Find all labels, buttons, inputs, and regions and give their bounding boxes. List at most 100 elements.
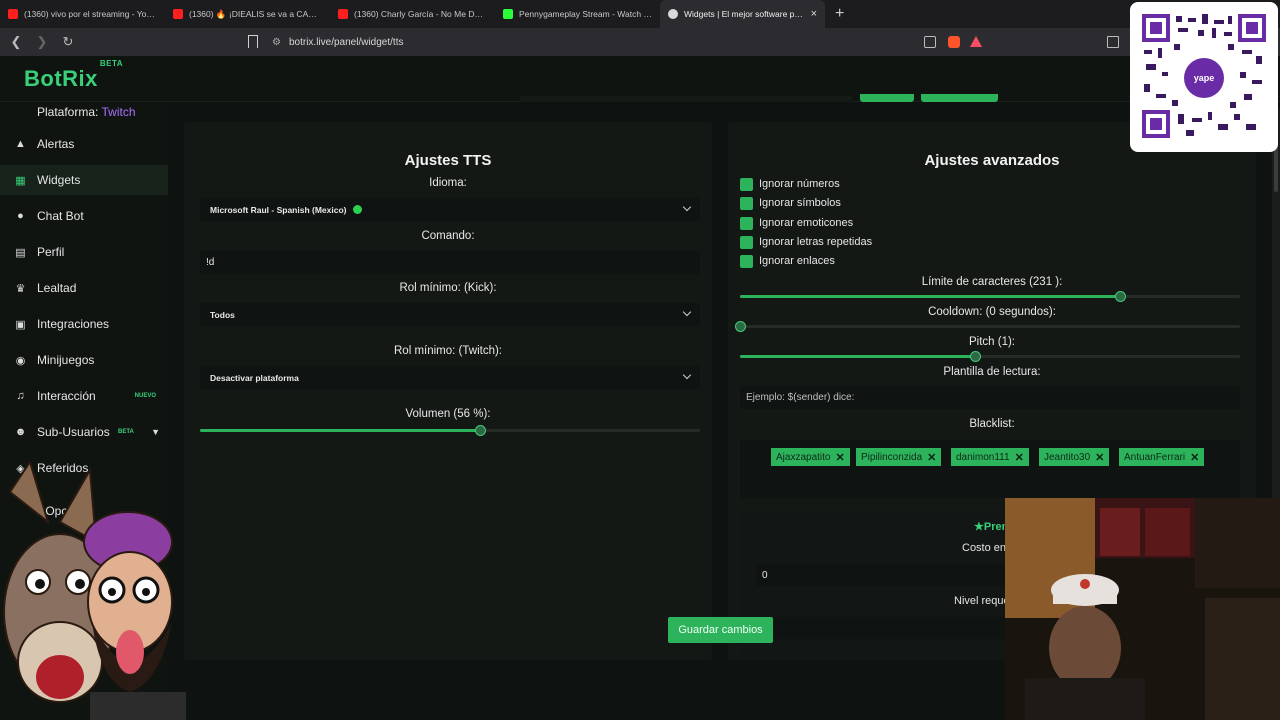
share-icon[interactable] (924, 36, 936, 48)
language-select[interactable]: Microsoft Raul - Spanish (Mexico) (200, 198, 700, 221)
volume-slider[interactable] (200, 425, 700, 436)
sidebar-item-label: Alertas (37, 137, 75, 151)
music-icon: ♫ (16, 390, 25, 402)
char-limit-slider[interactable] (740, 291, 1240, 302)
pitch-slider-handle[interactable] (970, 351, 981, 362)
browser-tab[interactable]: (1360) vivo por el streaming - YouTube (0, 0, 165, 28)
sidebar-item-label: Minijuegos (37, 353, 95, 367)
blacklist-box[interactable]: Ajaxzapatito ✕ Pipilinconzida ✕ danimon111… (740, 440, 1240, 498)
sidebar-item-chat-bot[interactable]: ● Chat Bot (0, 201, 168, 231)
chevron-down-icon (682, 370, 692, 380)
site-settings-icon[interactable]: ⚙ (272, 37, 281, 48)
checkbox-checked[interactable] (740, 235, 753, 249)
advanced-title: Ajustes avanzados (924, 152, 1060, 169)
level-input[interactable]: 0 (756, 617, 1016, 639)
ignore-symbols-checkbox[interactable]: Ignorar símbolos (740, 196, 841, 210)
back-icon[interactable]: ❮ (6, 34, 26, 50)
yape-logo: yape (1184, 58, 1224, 98)
brave-rewards-icon[interactable] (970, 36, 982, 47)
remove-chip-icon[interactable]: ✕ (835, 451, 844, 464)
role-kick-label: Rol mínimo: (Kick): (399, 282, 497, 294)
grid-icon: ▦ (15, 174, 26, 187)
new-tab-button[interactable]: + (835, 5, 844, 23)
pitch-label: Pitch (1): (968, 336, 1015, 348)
tab-title: (1360) 🔥 ¡DIEALIS se va a CANADÁ! (189, 8, 322, 19)
checkbox-checked[interactable] (740, 216, 753, 230)
role-twitch-label: Rol mínimo: (Twitch): (394, 345, 502, 357)
role-twitch-select[interactable]: Desactivar plataforma (200, 366, 700, 389)
blacklist-chip: Jeantito30 ✕ (1039, 448, 1110, 466)
char-limit-slider-fill (740, 295, 1120, 298)
brave-shield-icon[interactable] (948, 36, 960, 48)
checkbox-label: Ignorar letras repetidas (759, 236, 873, 248)
sidebar-item-label: Perfil (37, 245, 65, 259)
ignore-links-checkbox[interactable]: Ignorar enlaces (740, 254, 835, 268)
save-changes-button[interactable]: Guardar cambios (668, 617, 773, 643)
browser-tab[interactable]: Pennygameplay Stream - Watch Live (495, 0, 660, 28)
sidebar-item-label: Lealtad (37, 281, 77, 295)
url-text: botrix.live/panel/widget/tts (288, 36, 404, 48)
botrix-logo[interactable]: BotRixBETA (24, 59, 123, 92)
logo-badge: BETA (99, 58, 124, 68)
sidebar-item-alertas[interactable]: ▲ Alertas (0, 129, 168, 159)
close-tab-icon[interactable]: × (811, 8, 817, 20)
browser-tab[interactable]: (1360) 🔥 ¡DIEALIS se va a CANADÁ! (165, 0, 330, 28)
sidebar-item-sub-usuarios[interactable]: ☻ Sub-Usuarios BETA ▼ (0, 417, 168, 447)
status-dot (352, 205, 362, 214)
role-kick-select[interactable]: Todos (200, 303, 700, 326)
sidebar-item-lealtad[interactable]: ♛ Lealtad (0, 273, 168, 303)
header-button[interactable] (860, 94, 914, 102)
browser-tab[interactable]: (1360) Charly García - No Me Dejan S (330, 0, 495, 28)
robot-icon: ● (17, 210, 24, 222)
ignore-numbers-checkbox[interactable]: Ignorar números (740, 177, 840, 191)
screen: { "browser": { "tabs": [ {"title": "(136… (0, 0, 1280, 720)
browser-tab-active[interactable]: Widgets | El mejor software para × (660, 0, 825, 28)
sidebar-item-interaccion[interactable]: ♫ Interacción NUEVO (0, 381, 168, 411)
sidebar-item-widgets[interactable]: ▦ Widgets (0, 165, 168, 195)
new-badge: NUEVO (134, 393, 156, 399)
command-input[interactable]: !d (200, 251, 700, 274)
chevron-down-icon: ▼ (151, 427, 160, 437)
star-icon: ★ (974, 521, 984, 533)
ignore-emotes-checkbox[interactable]: Ignorar emoticones (740, 216, 853, 230)
platform-indicator: Plataforma: Twitch (37, 105, 136, 119)
remove-chip-icon[interactable]: ✕ (1015, 451, 1024, 464)
cost-input[interactable]: 0 (756, 564, 1016, 586)
cooldown-slider-handle[interactable] (735, 321, 746, 332)
chip-label: danimon111 (956, 451, 1010, 463)
remove-chip-icon[interactable]: ✕ (1190, 451, 1199, 464)
chip-label: AntuanFerrari (1124, 451, 1186, 463)
bookmark-icon[interactable] (248, 35, 258, 48)
ignore-repeated-letters-checkbox[interactable]: Ignorar letras repetidas (740, 235, 872, 249)
sidebar-item-perfil[interactable]: ▤ Perfil (0, 237, 168, 267)
platform-label: Plataforma: (37, 105, 99, 119)
sidebar-toggle-icon[interactable] (1107, 36, 1119, 48)
pitch-slider[interactable] (740, 351, 1240, 362)
sidebar-item-label: Widgets (37, 173, 81, 187)
reload-icon[interactable]: ↻ (58, 34, 78, 50)
sidebar-item-label: Interacción (37, 389, 96, 403)
checkbox-checked[interactable] (740, 177, 753, 191)
header-input[interactable] (520, 96, 852, 102)
url-field[interactable]: ⚙ botrix.live/panel/widget/tts (272, 33, 992, 51)
remove-chip-icon[interactable]: ✕ (927, 451, 936, 464)
id-card-icon: ▤ (15, 246, 26, 259)
remove-chip-icon[interactable]: ✕ (1095, 451, 1104, 464)
sidebar-item-label: Sub-Usuarios (37, 425, 110, 439)
sidebar-item-minijuegos[interactable]: ◉ Minijuegos (0, 345, 168, 375)
trophy-icon: ♛ (15, 282, 26, 295)
users-icon: ☻ (14, 426, 27, 438)
sidebar-item-integraciones[interactable]: ▣ Integraciones (0, 309, 168, 339)
chip-label: Ajaxzapatito (776, 451, 831, 463)
char-limit-slider-handle[interactable] (1115, 291, 1126, 302)
checkbox-checked[interactable] (740, 254, 753, 268)
header-button[interactable] (921, 94, 998, 102)
checkbox-checked[interactable] (740, 196, 753, 210)
language-value: Microsoft Raul - Spanish (Mexico) (210, 204, 347, 215)
cooldown-slider[interactable] (735, 321, 1240, 332)
volume-slider-handle[interactable] (475, 425, 486, 436)
tab-title: Pennygameplay Stream - Watch Live (519, 9, 652, 19)
template-input[interactable]: Ejemplo: $(sender) dice: (740, 386, 1240, 409)
command-label: Comando: (421, 230, 475, 242)
forward-icon[interactable]: ❯ (32, 34, 52, 50)
